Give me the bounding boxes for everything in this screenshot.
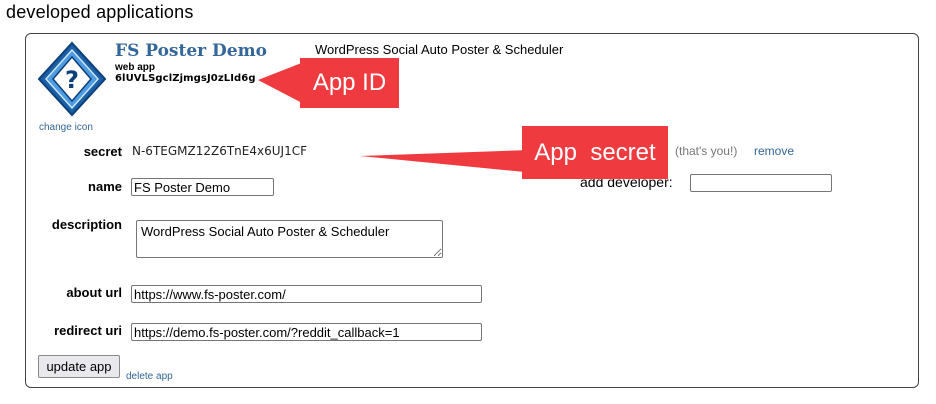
app-name: FS Poster Demo: [115, 41, 267, 61]
secret-value: N-6TEGMZ12Z6TnE4x6UJ1CF: [132, 144, 307, 158]
question-mark-icon[interactable]: ?: [37, 41, 107, 117]
about-url-label: about url: [66, 285, 122, 300]
svg-text:?: ?: [65, 66, 79, 94]
change-icon-link[interactable]: change icon: [39, 122, 93, 133]
name-label: name: [88, 179, 122, 194]
app-id-callout: App ID: [300, 58, 399, 108]
remove-developer-link[interactable]: remove: [754, 144, 794, 158]
update-app-button[interactable]: update app: [38, 355, 120, 378]
redirect-uri-label: redirect uri: [54, 323, 122, 338]
name-field[interactable]: [131, 178, 274, 196]
redirect-uri-field[interactable]: [131, 323, 482, 341]
app-id: 6lUVLSgclZjmgsJ0zLId6g: [115, 73, 256, 84]
description-field[interactable]: WordPress Social Auto Poster & Scheduler: [136, 220, 443, 258]
app-type: web app: [115, 62, 156, 73]
page-heading: developed applications: [6, 2, 194, 22]
about-url-field[interactable]: [131, 285, 482, 303]
add-developer-field[interactable]: [690, 174, 832, 192]
app-secret-callout: App secret: [522, 126, 668, 179]
description-label: description: [51, 217, 122, 232]
app-tagline: WordPress Social Auto Poster & Scheduler: [315, 42, 564, 57]
secret-label: secret: [83, 144, 122, 159]
developer-you-note: (that's you!): [675, 144, 738, 158]
delete-app-link[interactable]: delete app: [126, 371, 173, 382]
